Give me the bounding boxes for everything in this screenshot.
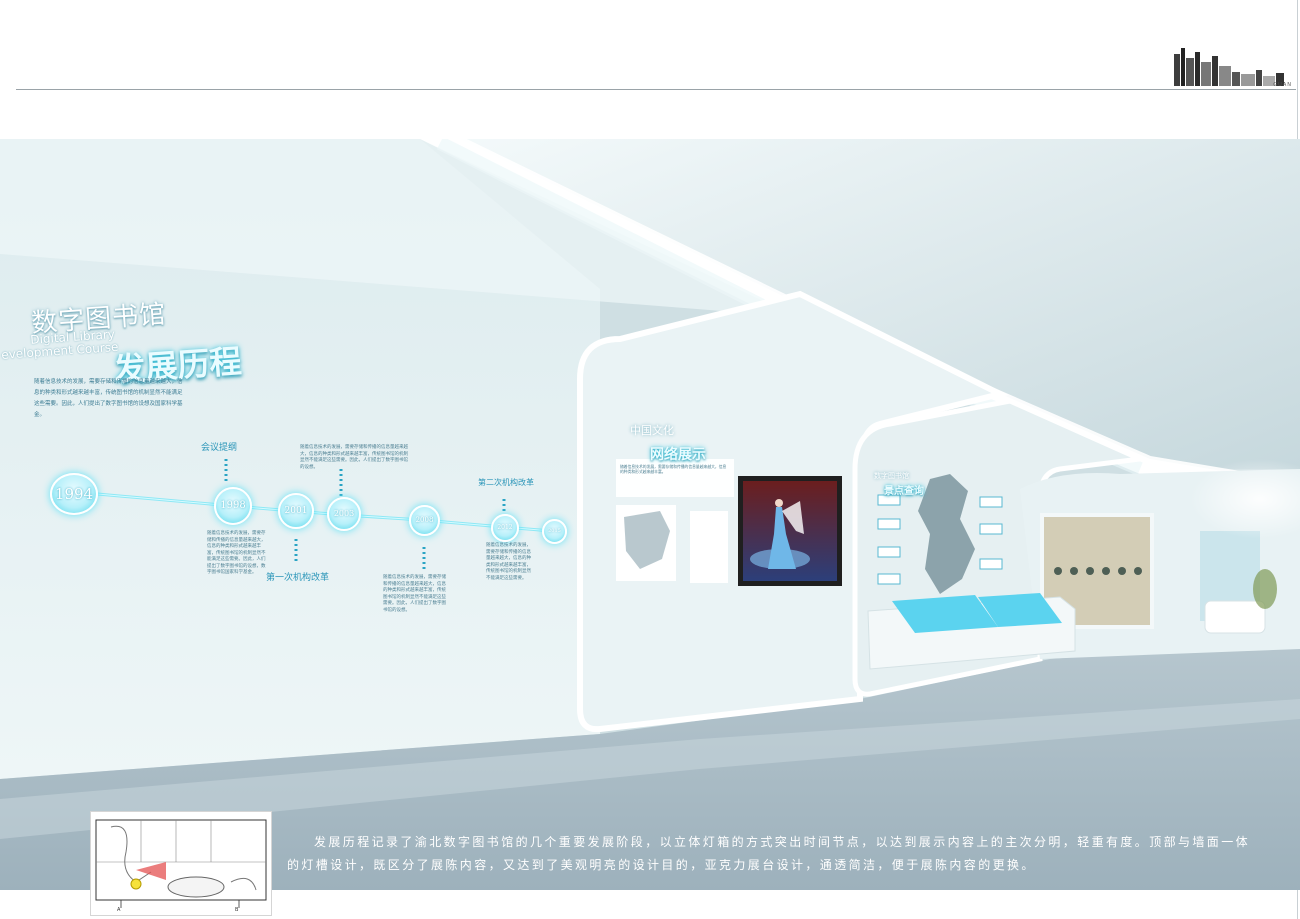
section3-title-big: 景点查询 — [884, 486, 924, 497]
floor-plan-thumbnail: A B — [90, 811, 272, 916]
timeline-label-meeting: 会议提纲 — [201, 443, 238, 453]
plan-label-b: B — [235, 907, 239, 913]
timeline-para-2012: 随着信息技术的发展，需要存储和传播的信息量越来越大，信息的种类和形式越来越丰富，… — [486, 543, 531, 581]
timeline-node-2008: 2008 — [409, 505, 440, 536]
header-rule — [16, 89, 1296, 90]
timeline-node-2015: 2015 — [542, 519, 567, 544]
timeline-node-2003: 2003 — [327, 497, 361, 531]
timeline-node-2001: 2001 — [278, 493, 314, 529]
presentation-sheet: GUAN 数字图书馆 Digital Library evelopment Co… — [0, 0, 1300, 919]
section2-title-big: 网络展示 — [650, 447, 706, 463]
caption-line-1: 发展历程记录了渝北数字图书馆的几个重要发展阶段，以立体灯箱的方式突出时间节点，以… — [314, 835, 1251, 849]
timeline-para-2003: 随着信息技术的发展，需要存储和传播的信息量越来越大，信息的种类和形式越来越丰富，… — [300, 445, 408, 470]
timeline-node-1994: 1994 — [50, 473, 98, 515]
timeline-para-1998: 随着信息技术的发展，需要存储和传播的信息量越来越大，信息的种类和形式越来越丰富，… — [207, 531, 266, 575]
timeline-label-reform2: 第二次机构改革 — [478, 478, 534, 487]
exhibition-rendering: 数字图书馆 Digital Library evelopment Course … — [0, 139, 1300, 890]
wall-intro-text: 随着信息技术的发展，需要存储和传播的信息量越来越大，信息的种类和形式越来越丰富，… — [34, 379, 183, 418]
logo-caption: GUAN — [1273, 82, 1292, 88]
section2-title-cn: 中国文化 — [630, 424, 674, 437]
timeline-para-2008: 随着信息技术的发展，需要存储和传播的信息量越来越大，信息的种类和形式越来越丰富，… — [383, 575, 446, 613]
caption-line-2: 的灯槽设计，既区分了展陈内容，又达到了美观明亮的设计目的，亚克力展台设计，通透简… — [287, 858, 1036, 872]
timeline-node-2012: 2012 — [491, 514, 519, 542]
design-caption: 发展历程记录了渝北数字图书馆的几个重要发展阶段，以立体灯箱的方式突出时间节点，以… — [287, 831, 1257, 877]
section3-title-cn: 数字图书馆 — [874, 472, 909, 480]
timeline-node-1998: 1998 — [214, 487, 252, 525]
timeline-label-reform1: 第一次机构改革 — [266, 573, 330, 583]
section2-panel-text: 随着信息技术的发展，需要存储和传播的信息量越来越大，信息的种类和形式越来越丰富。 — [620, 464, 727, 474]
skyline-logo: GUAN — [1172, 44, 1292, 88]
plan-label-a: A — [117, 907, 121, 913]
scene-illustration — [0, 139, 1300, 890]
